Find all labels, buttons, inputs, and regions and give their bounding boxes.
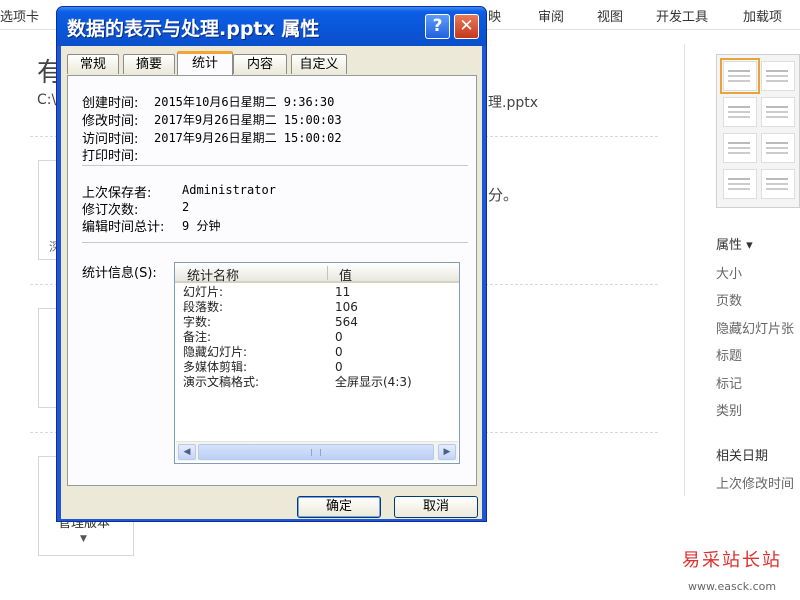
- statistics-label: 统计信息(S):: [82, 266, 157, 281]
- modified-value: 2017年9月26日星期二 15:00:03: [154, 113, 342, 127]
- file-path-start: C:\: [37, 92, 57, 108]
- stat-value: 0: [335, 330, 343, 344]
- scroll-left-icon[interactable]: ◀: [178, 444, 196, 460]
- property-pages-label: 页数: [716, 294, 743, 309]
- stat-name: 字数:: [183, 315, 212, 329]
- dialog-client-area: 常规 摘要 统计 内容 自定义 创建时间: 2015年10月6日星期二 9:36…: [61, 46, 482, 519]
- grip-icon: [311, 449, 321, 456]
- dialog-title: 数据的表示与处理.pptx 属性: [67, 18, 320, 40]
- scrollbar-thumb[interactable]: [198, 444, 434, 460]
- list-item[interactable]: 备注: 0: [183, 330, 343, 345]
- tab-summary[interactable]: 摘要: [123, 54, 175, 74]
- stat-name: 多媒体剪辑:: [183, 360, 248, 374]
- list-item[interactable]: 演示文稿格式: 全屏显示(4:3): [183, 375, 412, 390]
- thumbnail-slide: [761, 133, 795, 163]
- thumbnail-slide: [723, 97, 757, 127]
- created-label: 创建时间:: [82, 96, 139, 111]
- ribbon-tab-developer[interactable]: 开发工具: [656, 6, 708, 25]
- separator: [82, 242, 468, 243]
- last-modified-label: 上次修改时间: [716, 477, 795, 492]
- ribbon-tab-addins[interactable]: 加载项: [743, 6, 782, 25]
- tab-general[interactable]: 常规: [67, 54, 119, 74]
- edit-time-row: 编辑时间总计: 9 分钟: [82, 216, 220, 235]
- list-item[interactable]: 多媒体剪辑: 0: [183, 360, 343, 375]
- ribbon-tab-options[interactable]: 选项卡: [0, 6, 39, 25]
- thumbnail-slide: [761, 97, 795, 127]
- created-value: 2015年10月6日星期二 9:36:30: [154, 95, 335, 109]
- list-item[interactable]: 幻灯片: 11: [183, 285, 350, 300]
- column-header-value[interactable]: 值: [339, 265, 352, 284]
- stat-name: 隐藏幻灯片:: [183, 345, 248, 359]
- edit-time-value: 9 分钟: [182, 219, 221, 233]
- stat-name: 段落数:: [183, 300, 224, 314]
- tab-custom[interactable]: 自定义: [291, 54, 347, 74]
- tab-contents[interactable]: 内容: [233, 54, 287, 74]
- ribbon-tab-view[interactable]: 视图: [597, 6, 623, 25]
- stat-value: 11: [335, 285, 351, 299]
- property-category-label: 类别: [716, 404, 743, 419]
- ribbon-tab-review[interactable]: 审阅: [538, 6, 564, 25]
- printed-label: 打印时间:: [82, 149, 139, 164]
- modified-row: 修改时间: 2017年9月26日星期二 15:00:03: [82, 110, 342, 129]
- watermark-logo: 易采站长站: [682, 550, 782, 571]
- horizontal-scrollbar[interactable]: ◀ ▶: [176, 441, 458, 461]
- statistics-panel: 创建时间: 2015年10月6日星期二 9:36:30 修改时间: 2017年9…: [67, 75, 477, 486]
- revision-value: 2: [182, 200, 190, 214]
- thumbnail-slide: [761, 61, 795, 91]
- stat-value: 564: [335, 315, 358, 329]
- created-row: 创建时间: 2015年10月6日星期二 9:36:30: [82, 92, 334, 111]
- modified-label: 修改时间:: [82, 114, 139, 129]
- stat-value: 0: [335, 360, 343, 374]
- presentation-thumbnail: [716, 54, 800, 208]
- stat-name: 幻灯片:: [183, 285, 224, 299]
- stat-name: 备注:: [183, 330, 212, 344]
- list-item[interactable]: 段落数: 106: [183, 300, 358, 315]
- background-partial-text: 分。: [488, 186, 519, 204]
- accessed-value: 2017年9月26日星期二 15:00:02: [154, 131, 342, 145]
- property-title-label: 标题: [716, 349, 743, 364]
- properties-dialog: 数据的表示与处理.pptx 属性 ? ✕ 常规 摘要 统计 内容 自定义 创建时…: [56, 6, 487, 522]
- edit-time-label: 编辑时间总计:: [82, 220, 165, 235]
- help-button[interactable]: ?: [425, 14, 450, 39]
- printed-row: 打印时间:: [82, 145, 138, 164]
- close-button[interactable]: ✕: [454, 14, 479, 39]
- list-item[interactable]: 隐藏幻灯片: 0: [183, 345, 343, 360]
- chevron-down-icon: ▼: [80, 534, 87, 544]
- column-header-name[interactable]: 统计名称: [187, 265, 239, 284]
- info-pane-divider: [684, 44, 685, 496]
- ok-button[interactable]: 确定: [297, 496, 381, 518]
- cancel-button[interactable]: 取消: [394, 496, 478, 518]
- related-dates-heading: 相关日期: [716, 449, 769, 464]
- stat-name: 演示文稿格式:: [183, 375, 260, 389]
- properties-dropdown[interactable]: 属性 ▾: [716, 234, 753, 253]
- dialog-titlebar[interactable]: 数据的表示与处理.pptx 属性 ? ✕: [57, 7, 486, 46]
- statistics-list-header: 统计名称 值: [175, 263, 459, 284]
- statistics-list[interactable]: 统计名称 值 幻灯片: 11 段落数: 106 字数: 564 备注: 0 隐藏…: [174, 262, 460, 464]
- stat-value: 全屏显示(4:3): [335, 375, 412, 389]
- thumbnail-slide: [723, 61, 757, 91]
- property-size-label: 大小: [716, 267, 743, 282]
- file-path-end: 理.pptx: [488, 95, 538, 111]
- last-saved-by-value: Administrator: [182, 183, 276, 197]
- scroll-right-icon[interactable]: ▶: [438, 444, 456, 460]
- stat-value: 106: [335, 300, 358, 314]
- property-hidden-slides-label: 隐藏幻灯片张: [716, 322, 795, 337]
- tab-statistics[interactable]: 统计: [177, 51, 233, 75]
- column-divider[interactable]: [327, 266, 328, 280]
- list-item[interactable]: 字数: 564: [183, 315, 358, 330]
- stat-value: 0: [335, 345, 343, 359]
- separator: [82, 165, 468, 166]
- property-tags-label: 标记: [716, 377, 743, 392]
- thumbnail-slide: [723, 169, 757, 199]
- thumbnail-slide: [723, 133, 757, 163]
- watermark-url: www.easck.com: [688, 580, 777, 593]
- ribbon-tab-slideshow[interactable]: 映: [488, 6, 501, 25]
- thumbnail-slide: [761, 169, 795, 199]
